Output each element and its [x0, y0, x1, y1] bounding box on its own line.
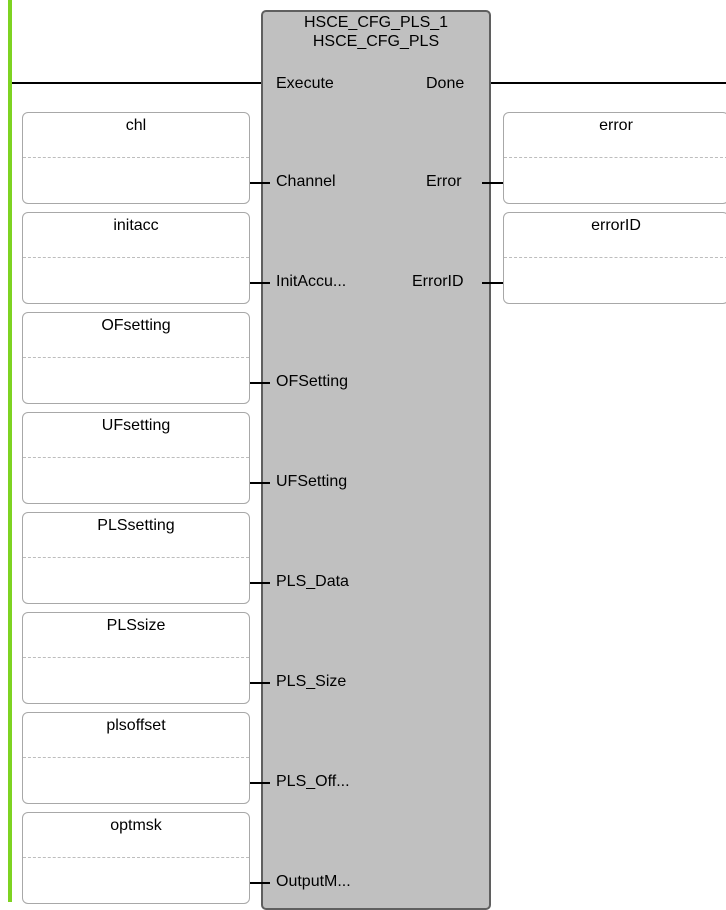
fbd-canvas[interactable]: HSCE_CFG_PLS_1 HSCE_CFG_PLS Execute Chan… — [0, 0, 726, 910]
input-pls-size: PLS_Size — [276, 673, 347, 690]
var-name-ofsetting[interactable]: OFsetting — [23, 317, 249, 335]
var-box-optmsk[interactable]: optmsk — [22, 812, 250, 904]
var-box-plssize[interactable]: PLSsize — [22, 612, 250, 704]
var-name-initacc[interactable]: initacc — [23, 217, 249, 235]
input-channel: Channel — [276, 173, 336, 190]
var-divider — [23, 657, 249, 658]
var-divider — [23, 857, 249, 858]
input-pls-data: PLS_Data — [276, 573, 349, 590]
var-box-plssetting[interactable]: PLSsetting — [22, 512, 250, 604]
execute-wire[interactable] — [12, 82, 261, 84]
var-divider — [23, 257, 249, 258]
var-name-plssize[interactable]: PLSsize — [23, 617, 249, 635]
var-divider — [23, 157, 249, 158]
input-initaccu: InitAccu... — [276, 273, 347, 290]
var-box-plsoffset[interactable]: plsoffset — [22, 712, 250, 804]
var-name-error[interactable]: error — [504, 117, 726, 135]
var-box-ufsetting[interactable]: UFsetting — [22, 412, 250, 504]
var-divider — [504, 257, 726, 258]
var-divider — [23, 757, 249, 758]
input-pls-off: PLS_Off... — [276, 773, 350, 790]
var-box-ofsetting[interactable]: OFsetting — [22, 312, 250, 404]
output-errorid: ErrorID — [412, 273, 464, 290]
block-instance-name[interactable]: HSCE_CFG_PLS_1 — [261, 14, 491, 32]
var-name-optmsk[interactable]: optmsk — [23, 817, 249, 835]
done-wire[interactable] — [491, 82, 726, 84]
var-box-initacc[interactable]: initacc — [22, 212, 250, 304]
var-divider — [23, 357, 249, 358]
var-divider — [23, 457, 249, 458]
var-box-errorid[interactable]: errorID — [503, 212, 726, 304]
var-name-errorid[interactable]: errorID — [504, 217, 726, 235]
output-done: Done — [426, 75, 465, 92]
output-error: Error — [426, 173, 462, 190]
var-name-ufsetting[interactable]: UFsetting — [23, 417, 249, 435]
block-type-name: HSCE_CFG_PLS — [312, 33, 440, 50]
var-name-plssetting[interactable]: PLSsetting — [23, 517, 249, 535]
var-box-chl[interactable]: chl — [22, 112, 250, 204]
power-rail-left — [8, 0, 12, 902]
var-box-error[interactable]: error — [503, 112, 726, 204]
input-outputm: OutputM... — [276, 873, 351, 890]
input-ofsetting: OFSetting — [276, 373, 349, 390]
input-ufsetting: UFSetting — [276, 473, 348, 490]
input-execute: Execute — [276, 75, 334, 92]
var-divider — [504, 157, 726, 158]
var-name-chl[interactable]: chl — [23, 117, 249, 135]
var-divider — [23, 557, 249, 558]
var-name-plsoffset[interactable]: plsoffset — [23, 717, 249, 735]
